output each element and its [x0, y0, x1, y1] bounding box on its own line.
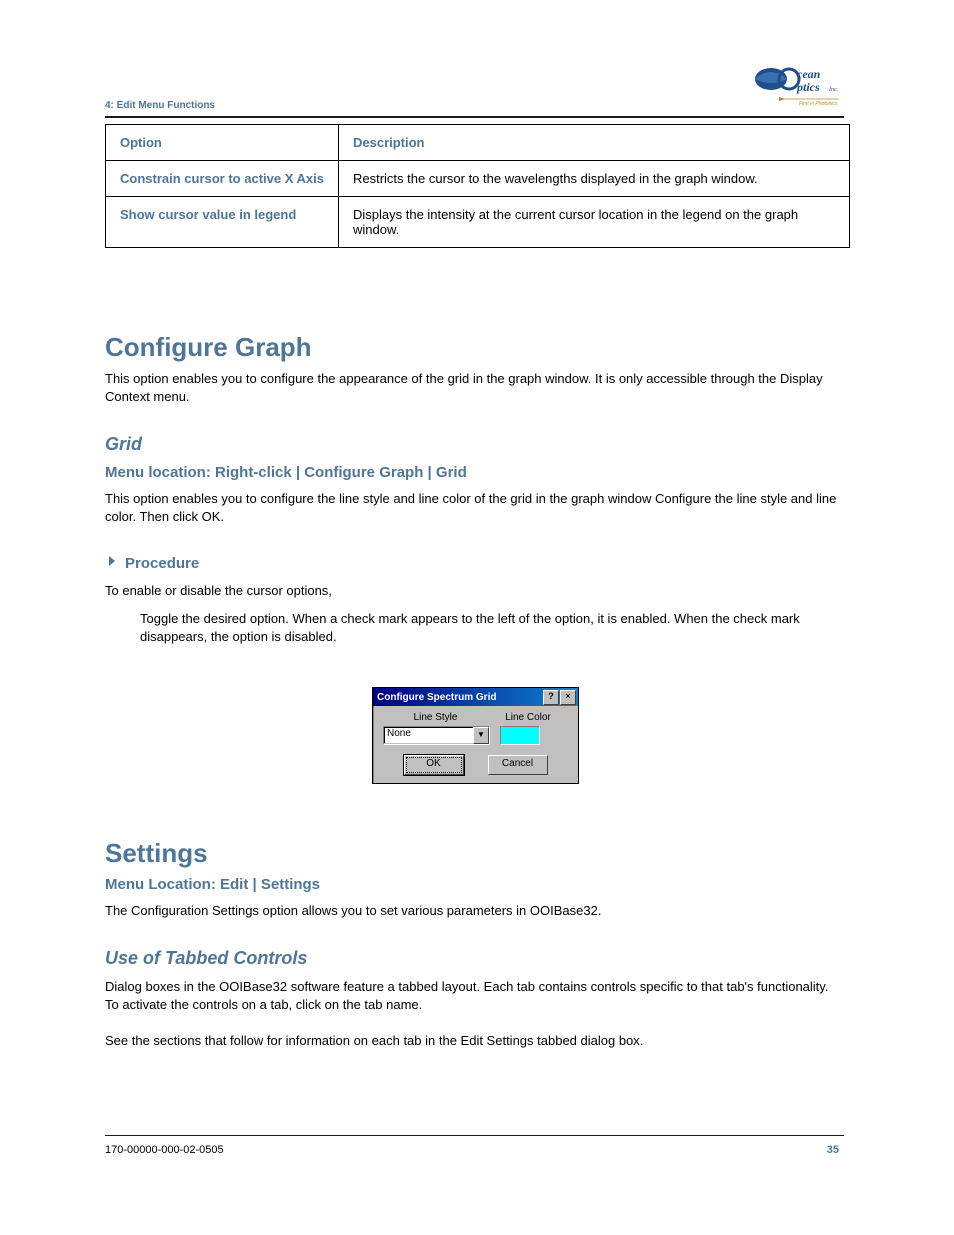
table-row: Show cursor value in legend Displays the… [106, 197, 850, 248]
heading-grid: Grid [105, 434, 844, 455]
logo-tagline: First in Photonics [799, 101, 838, 107]
logo-text-top: cean [797, 67, 821, 81]
combobox-value: None [384, 727, 473, 744]
heading-configure-graph: Configure Graph [105, 332, 844, 363]
paragraph: The Configuration Settings option allows… [105, 902, 844, 920]
option-description: Restricts the cursor to the wavelengths … [338, 161, 849, 197]
heading-procedure: Procedure [125, 555, 199, 572]
options-table: Option Description Constrain cursor to a… [105, 124, 850, 248]
logo-text-bottom: ptics [796, 80, 820, 94]
menu-location-settings: Menu Location: Edit | Settings [105, 876, 844, 893]
line-style-label: Line Style [383, 712, 488, 723]
paragraph: To enable or disable the cursor options, [105, 582, 844, 600]
close-icon[interactable]: × [560, 690, 576, 705]
cancel-button[interactable]: Cancel [488, 755, 548, 775]
footer-docnum: 170-00000-000-02-0505 [105, 1144, 224, 1156]
paragraph: Dialog boxes in the OOIBase32 software f… [105, 978, 844, 1013]
heading-settings: Settings [105, 838, 844, 869]
paragraph: See the sections that follow for informa… [105, 1032, 844, 1050]
table-row: Constrain cursor to active X Axis Restri… [106, 161, 850, 197]
dialog-titlebar[interactable]: Configure Spectrum Grid ? × [373, 688, 578, 706]
paragraph: Toggle the desired option. When a check … [140, 610, 844, 645]
running-head: 4: Edit Menu Functions [105, 100, 215, 111]
footer-pagenum: 35 [827, 1144, 839, 1156]
line-color-label: Line Color [488, 712, 568, 723]
dialog-title: Configure Spectrum Grid [377, 692, 543, 703]
logo-suffix: Inc. [828, 87, 838, 93]
line-style-combobox[interactable]: None ▼ [383, 726, 490, 745]
header-rule [105, 116, 844, 118]
menu-location-grid: Menu location: Right-click | Configure G… [105, 464, 844, 481]
chevron-down-icon[interactable]: ▼ [473, 727, 489, 744]
configure-spectrum-grid-dialog: Configure Spectrum Grid ? × Line Style L… [372, 687, 579, 784]
option-name: Constrain cursor to active X Axis [106, 161, 339, 197]
ok-button[interactable]: OK [404, 755, 464, 775]
paragraph: This option enables you to configure the… [105, 490, 844, 525]
line-color-swatch[interactable] [500, 726, 540, 745]
paragraph: This option enables you to configure the… [105, 370, 844, 405]
procedure-icon [105, 554, 119, 572]
table-header-description: Description [338, 125, 849, 161]
footer-rule [105, 1135, 844, 1136]
option-name: Show cursor value in legend [106, 197, 339, 248]
help-icon[interactable]: ? [543, 690, 559, 705]
brand-logo: cean ptics Inc. First in Photonics [749, 63, 844, 113]
heading-tabbed-controls: Use of Tabbed Controls [105, 948, 844, 969]
table-header-option: Option [106, 125, 339, 161]
option-description: Displays the intensity at the current cu… [338, 197, 849, 248]
